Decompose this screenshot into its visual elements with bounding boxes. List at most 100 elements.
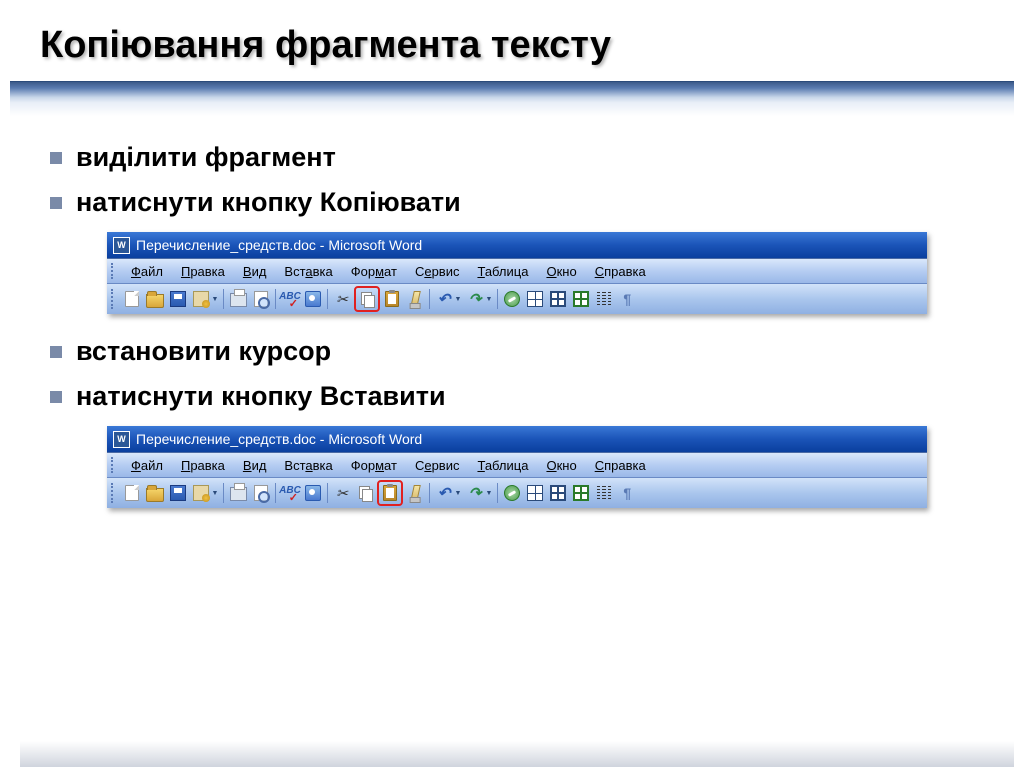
window-title: Перечисление_средств.doc - Microsoft Wor… [136,431,422,447]
copy-button[interactable] [354,482,376,504]
title-underline [10,81,1014,116]
tables-borders-button[interactable] [524,288,546,310]
tables-borders-button[interactable] [524,482,546,504]
hyperlink-button[interactable] [501,288,523,310]
new-button[interactable] [121,288,143,310]
permission-button[interactable] [190,288,212,310]
insert-table-button[interactable] [547,288,569,310]
separator [327,289,328,309]
word-menubar: Файл Правка Вид Вставка Формат Сервис Та… [107,258,927,283]
copy-button[interactable] [354,286,380,312]
word-screenshot-paste: W Перечисление_средств.doc - Microsoft W… [107,426,927,508]
undo-button[interactable] [433,482,455,504]
new-button[interactable] [121,482,143,504]
slide-bottom-shadow [20,741,1014,767]
menu-tools[interactable]: Сервис [406,456,469,475]
print-preview-button[interactable] [250,288,272,310]
menu-edit[interactable]: Правка [172,262,234,281]
show-formatting-button[interactable] [616,288,638,310]
separator [275,483,276,503]
menu-format[interactable]: Формат [342,456,406,475]
word-toolbar: ▼ ▼ ▼ [107,477,927,508]
word-titlebar: W Перечисление_средств.doc - Microsoft W… [107,426,927,452]
dropdown-arrow-icon[interactable]: ▼ [485,288,493,310]
spellcheck-button[interactable] [279,288,301,310]
menubar-handle [111,263,116,279]
menu-insert[interactable]: Вставка [275,456,341,475]
menu-tools[interactable]: Сервис [406,262,469,281]
toolbar-handle [111,289,116,309]
dropdown-arrow-icon[interactable]: ▼ [454,482,462,504]
separator [275,289,276,309]
print-preview-button[interactable] [250,482,272,504]
research-button[interactable] [302,482,324,504]
spellcheck-button[interactable] [279,482,301,504]
bullet-marker [50,197,62,209]
open-button[interactable] [144,288,166,310]
separator [429,483,430,503]
permission-button[interactable] [190,482,212,504]
menu-window[interactable]: Окно [537,456,585,475]
save-button[interactable] [167,288,189,310]
bullet-text: натиснути кнопку Копіювати [76,187,461,218]
dropdown-arrow-icon[interactable]: ▼ [211,288,219,310]
menu-help[interactable]: Справка [586,262,655,281]
word-toolbar: ▼ ▼ ▼ [107,283,927,314]
cut-button[interactable] [331,288,353,310]
menu-table[interactable]: Таблица [468,262,537,281]
print-button[interactable] [227,482,249,504]
insert-excel-button[interactable] [570,288,592,310]
toolbar-handle [111,483,116,503]
research-button[interactable] [302,288,324,310]
bullet-marker [50,346,62,358]
open-button[interactable] [144,482,166,504]
dropdown-arrow-icon[interactable]: ▼ [485,482,493,504]
separator [497,289,498,309]
menu-view[interactable]: Вид [234,262,276,281]
menu-table[interactable]: Таблица [468,456,537,475]
bullet-marker [50,152,62,164]
insert-table-button[interactable] [547,482,569,504]
menu-view[interactable]: Вид [234,456,276,475]
slide-content: виділити фрагмент натиснути кнопку Копію… [40,142,984,508]
paste-button[interactable] [381,288,403,310]
paste-button[interactable] [377,480,403,506]
format-painter-button[interactable] [404,482,426,504]
menu-window[interactable]: Окно [537,262,585,281]
bullet-item: встановити курсор [50,336,984,367]
insert-excel-button[interactable] [570,482,592,504]
bullet-marker [50,391,62,403]
redo-button[interactable] [464,482,486,504]
dropdown-arrow-icon[interactable]: ▼ [454,288,462,310]
word-menubar: Файл Правка Вид Вставка Формат Сервис Та… [107,452,927,477]
print-button[interactable] [227,288,249,310]
slide: Копіювання фрагмента тексту виділити фра… [0,0,1024,767]
separator [429,289,430,309]
word-app-icon: W [113,431,130,448]
bullet-item: натиснути кнопку Вставити [50,381,984,412]
menu-file[interactable]: Файл [122,456,172,475]
menubar-handle [111,457,116,473]
menu-file[interactable]: Файл [122,262,172,281]
menu-format[interactable]: Формат [342,262,406,281]
hyperlink-button[interactable] [501,482,523,504]
dropdown-arrow-icon[interactable]: ▼ [211,482,219,504]
slide-title: Копіювання фрагмента тексту [40,24,984,67]
bullet-text: встановити курсор [76,336,331,367]
show-formatting-button[interactable] [616,482,638,504]
word-app-icon: W [113,237,130,254]
columns-button[interactable] [593,482,615,504]
separator [327,483,328,503]
separator [497,483,498,503]
menu-edit[interactable]: Правка [172,456,234,475]
menu-help[interactable]: Справка [586,456,655,475]
redo-button[interactable] [464,288,486,310]
word-titlebar: W Перечисление_средств.doc - Microsoft W… [107,232,927,258]
columns-button[interactable] [593,288,615,310]
bullet-text: натиснути кнопку Вставити [76,381,446,412]
menu-insert[interactable]: Вставка [275,262,341,281]
cut-button[interactable] [331,482,353,504]
save-button[interactable] [167,482,189,504]
format-painter-button[interactable] [404,288,426,310]
undo-button[interactable] [433,288,455,310]
